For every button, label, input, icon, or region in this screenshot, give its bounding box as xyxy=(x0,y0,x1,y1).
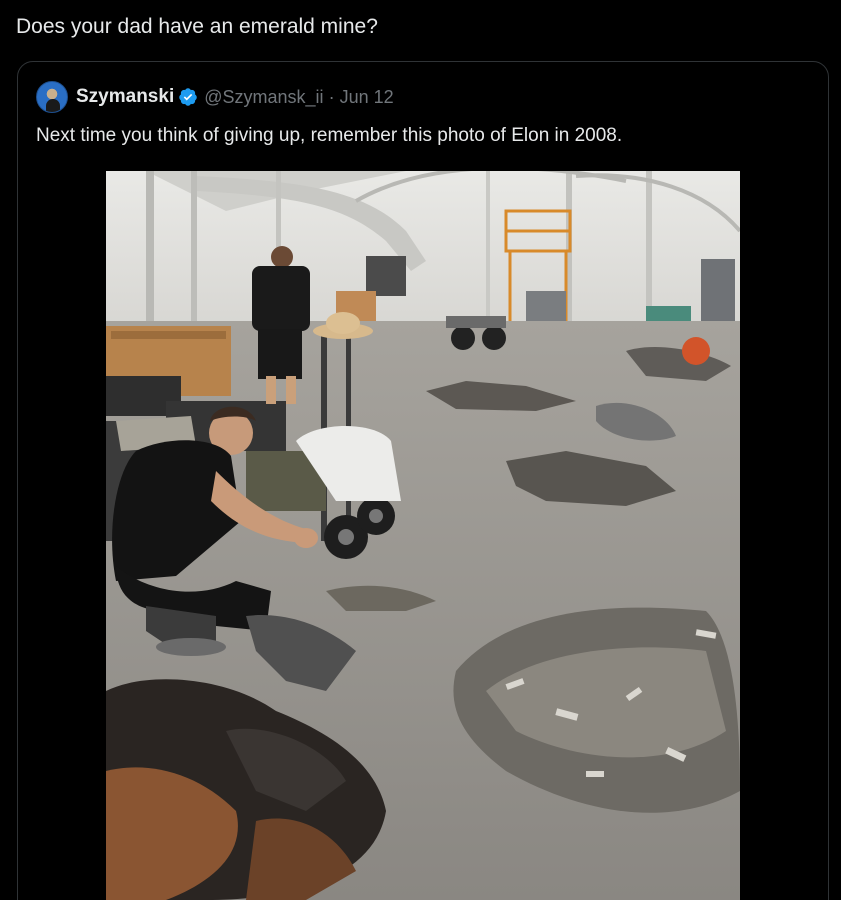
reply-text: Does your dad have an emerald mine? xyxy=(16,15,378,38)
tweet-view: Does your dad have an emerald mine? Szym… xyxy=(0,0,841,900)
warehouse-photo-illustration xyxy=(106,171,740,900)
tweet-photo[interactable] xyxy=(106,171,740,900)
author-avatar[interactable] xyxy=(36,81,68,113)
author-handle[interactable]: @Szymansk_ii xyxy=(204,87,323,107)
tweet-date[interactable]: Jun 12 xyxy=(340,87,394,107)
author-handle-and-date[interactable]: @Szymansk_ii · Jun 12 xyxy=(204,87,393,108)
quoted-tweet-header: Szymanski @Szymansk_ii · Jun 12 xyxy=(36,81,394,113)
meta-separator: · xyxy=(328,86,335,107)
author-name[interactable]: Szymanski xyxy=(76,86,174,108)
quoted-tweet-text: Next time you think of giving up, rememb… xyxy=(36,125,623,146)
verified-badge-icon xyxy=(179,88,197,106)
